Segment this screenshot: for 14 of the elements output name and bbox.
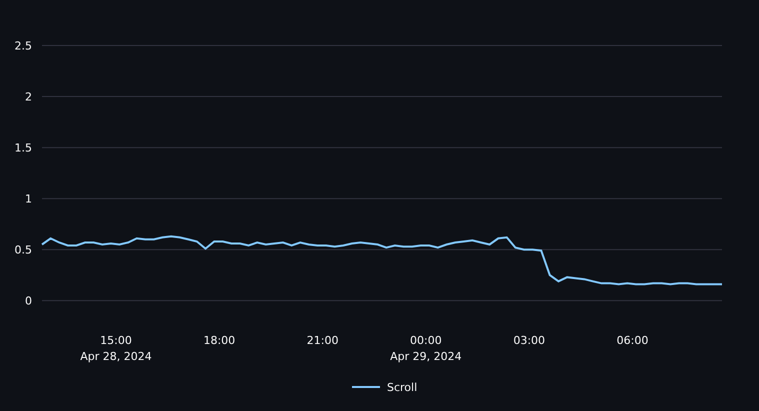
axis-tick-label: 1.5 — [14, 142, 32, 155]
axis-tick-label: 06:00 — [616, 334, 648, 347]
axis-tick-label: 00:00 Apr 29, 2024 — [390, 334, 462, 363]
legend-label: Scroll — [387, 381, 418, 394]
axis-tick-label: 2.5 — [14, 40, 32, 53]
axis-tick-label: 03:00 — [513, 334, 546, 347]
axis-tick-label: 15:00 Apr 28, 2024 — [80, 334, 152, 363]
axis-tick-label: 18:00 — [203, 334, 236, 347]
axis-tick-label: 21:00 — [306, 334, 338, 347]
axis-tick-label: 0.5 — [14, 244, 32, 257]
legend-line-icon — [352, 386, 380, 388]
axis-tick-label: 2 — [25, 90, 32, 104]
axis-tick-label: 1 — [25, 192, 32, 206]
axis-tick-label: 0 — [25, 294, 32, 308]
